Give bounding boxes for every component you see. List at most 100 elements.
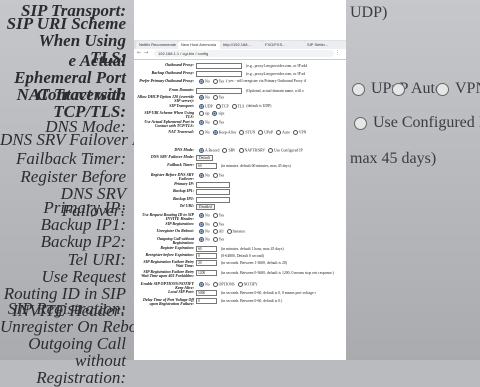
browser-tab-4[interactable]: FXO/FXS... bbox=[262, 41, 305, 49]
radio-label: Yes bbox=[218, 120, 225, 125]
bg-fragment-failback-tail: max 45 days) bbox=[350, 150, 437, 167]
form-value-cell: 1200 (in seconds. Between 0-3600, default… bbox=[196, 270, 344, 276]
radio-button[interactable] bbox=[212, 95, 218, 100]
radio-label: No bbox=[205, 120, 210, 125]
field-hint: (default is UDP) bbox=[246, 104, 272, 109]
form-value-cell: 60 (in minutes. default 60 minutes, max 4… bbox=[196, 163, 344, 169]
radio-button[interactable] bbox=[212, 120, 218, 125]
browser-tab-3[interactable]: http://192.168... bbox=[220, 41, 263, 49]
browser-tab-1[interactable]: Netflix Recommende bbox=[136, 41, 179, 49]
text-input[interactable]: 0 bbox=[196, 298, 217, 304]
radio-button[interactable] bbox=[239, 130, 245, 135]
form-value-cell: sip sips bbox=[196, 111, 344, 116]
select-dropdown[interactable]: Default bbox=[196, 155, 213, 161]
radio-button[interactable] bbox=[212, 111, 218, 116]
radio-label: Auto bbox=[282, 130, 290, 135]
text-input[interactable] bbox=[196, 71, 242, 77]
form-label: Unregister On Reboot: bbox=[156, 228, 194, 233]
text-input[interactable]: 5060 bbox=[196, 290, 217, 296]
form-value-cell: Default bbox=[196, 155, 344, 161]
radio-button[interactable] bbox=[199, 79, 204, 84]
bg-label-dns-srv-failover: DNS SRV Failover Mode: bbox=[0, 130, 177, 149]
radio-button[interactable] bbox=[237, 282, 243, 287]
form-label: Backup IP2: bbox=[173, 196, 194, 201]
text-input[interactable]: 60 bbox=[196, 246, 217, 252]
browser-tab-bar: Netflix Recommende New Host Ammonia http… bbox=[134, 40, 346, 49]
radio-label: Yes bbox=[218, 173, 225, 178]
radio-button[interactable] bbox=[212, 173, 218, 178]
radio-button[interactable] bbox=[231, 104, 237, 109]
radio-button[interactable] bbox=[215, 104, 221, 109]
text-input[interactable] bbox=[196, 88, 242, 94]
radio-button[interactable] bbox=[212, 130, 218, 135]
radio-label: Keep-Alive bbox=[218, 130, 237, 135]
form-value-cell bbox=[196, 182, 344, 188]
radio-button[interactable] bbox=[199, 213, 204, 218]
radio-label: No bbox=[205, 237, 210, 242]
bg-dns-configured-label: Use Configured IP bbox=[373, 114, 480, 131]
form-label: NAT Traversal: bbox=[168, 129, 194, 134]
form-value-cell: No Yes bbox=[196, 213, 344, 218]
radio-button[interactable] bbox=[199, 229, 204, 234]
radio-button[interactable] bbox=[226, 229, 232, 234]
back-icon[interactable]: ← bbox=[137, 51, 142, 56]
text-input[interactable] bbox=[196, 182, 230, 188]
radio-button[interactable] bbox=[212, 222, 218, 227]
text-input[interactable]: 60 bbox=[196, 163, 217, 169]
text-input[interactable]: 20 bbox=[196, 260, 217, 266]
radio-button[interactable] bbox=[199, 111, 204, 116]
radio-button[interactable] bbox=[238, 148, 244, 153]
radio-label: sips bbox=[218, 111, 225, 116]
text-input[interactable]: 0 bbox=[196, 253, 217, 259]
select-dropdown[interactable]: Disabled bbox=[196, 204, 215, 210]
radio-button[interactable] bbox=[292, 130, 298, 135]
form-value-cell: 0 (in seconds. Between 0-60, default is 0… bbox=[196, 298, 344, 304]
radio-button[interactable] bbox=[199, 222, 204, 227]
text-input[interactable]: 1200 bbox=[196, 270, 217, 276]
radio-button[interactable] bbox=[258, 130, 264, 135]
radio-button[interactable] bbox=[199, 148, 204, 153]
browser-tab-5[interactable]: SIP Settin... bbox=[304, 41, 346, 49]
form-value-cell: No Yes bbox=[196, 237, 344, 242]
radio-label: TLS bbox=[237, 104, 245, 109]
radio-label: OPTIONS bbox=[218, 282, 235, 287]
text-input[interactable] bbox=[196, 63, 242, 69]
form-value-cell: (e.g., proxy2.myprovider.com, or IP ad bbox=[196, 71, 344, 77]
radio-button[interactable] bbox=[212, 79, 218, 84]
radio-button[interactable] bbox=[222, 148, 228, 153]
radio-label: No bbox=[205, 213, 210, 218]
radio-button[interactable] bbox=[212, 282, 218, 287]
form-label: Delay Time of Port Voltage Off upon Regi… bbox=[143, 297, 194, 307]
form-label: DNS Mode: bbox=[174, 147, 194, 152]
radio-button[interactable] bbox=[276, 130, 282, 135]
text-input[interactable] bbox=[196, 189, 230, 195]
radio-label: Yes bbox=[218, 95, 225, 100]
bg-fragment-dns-configured: Use Configured IP bbox=[354, 114, 480, 132]
radio-button[interactable] bbox=[212, 213, 218, 218]
radio-button[interactable] bbox=[199, 130, 204, 135]
radio-button[interactable] bbox=[212, 237, 218, 242]
field-hint: (in minutes. default 1 hour, max 45 days… bbox=[221, 246, 284, 251]
radio-button[interactable] bbox=[199, 237, 204, 242]
radio-label: Use Configured IP bbox=[274, 148, 303, 153]
form-value-cell: 5060 (in seconds. Between 0-60, default i… bbox=[196, 290, 344, 296]
radio-button[interactable] bbox=[212, 229, 218, 234]
radio-button[interactable] bbox=[199, 95, 204, 100]
radio-label: NOTIFY bbox=[243, 282, 258, 287]
field-hint: (in seconds. Between 0-60, default is 0.… bbox=[221, 298, 283, 303]
radio-button[interactable] bbox=[199, 173, 204, 178]
radio-button[interactable] bbox=[199, 104, 204, 109]
form-value-cell: No Yes bbox=[196, 222, 344, 227]
form-value-cell bbox=[196, 189, 344, 195]
radio-button[interactable] bbox=[268, 148, 274, 153]
radio-button[interactable] bbox=[199, 120, 204, 125]
browser-tab-2[interactable]: New Host Ammonia bbox=[178, 41, 221, 49]
forward-icon[interactable]: → bbox=[144, 51, 149, 56]
url-field[interactable]: 192.168.1.1 / cgi-bin / config bbox=[154, 50, 334, 57]
radio-button[interactable] bbox=[199, 282, 204, 287]
menu-icon[interactable]: ⋮ bbox=[335, 51, 340, 56]
form-value-cell: No Yes bbox=[196, 95, 344, 100]
text-input[interactable] bbox=[196, 197, 230, 203]
form-label: Backup Outbound Proxy: bbox=[151, 70, 194, 75]
field-hint: (in seconds. Between 0-3600, default is … bbox=[221, 270, 334, 275]
